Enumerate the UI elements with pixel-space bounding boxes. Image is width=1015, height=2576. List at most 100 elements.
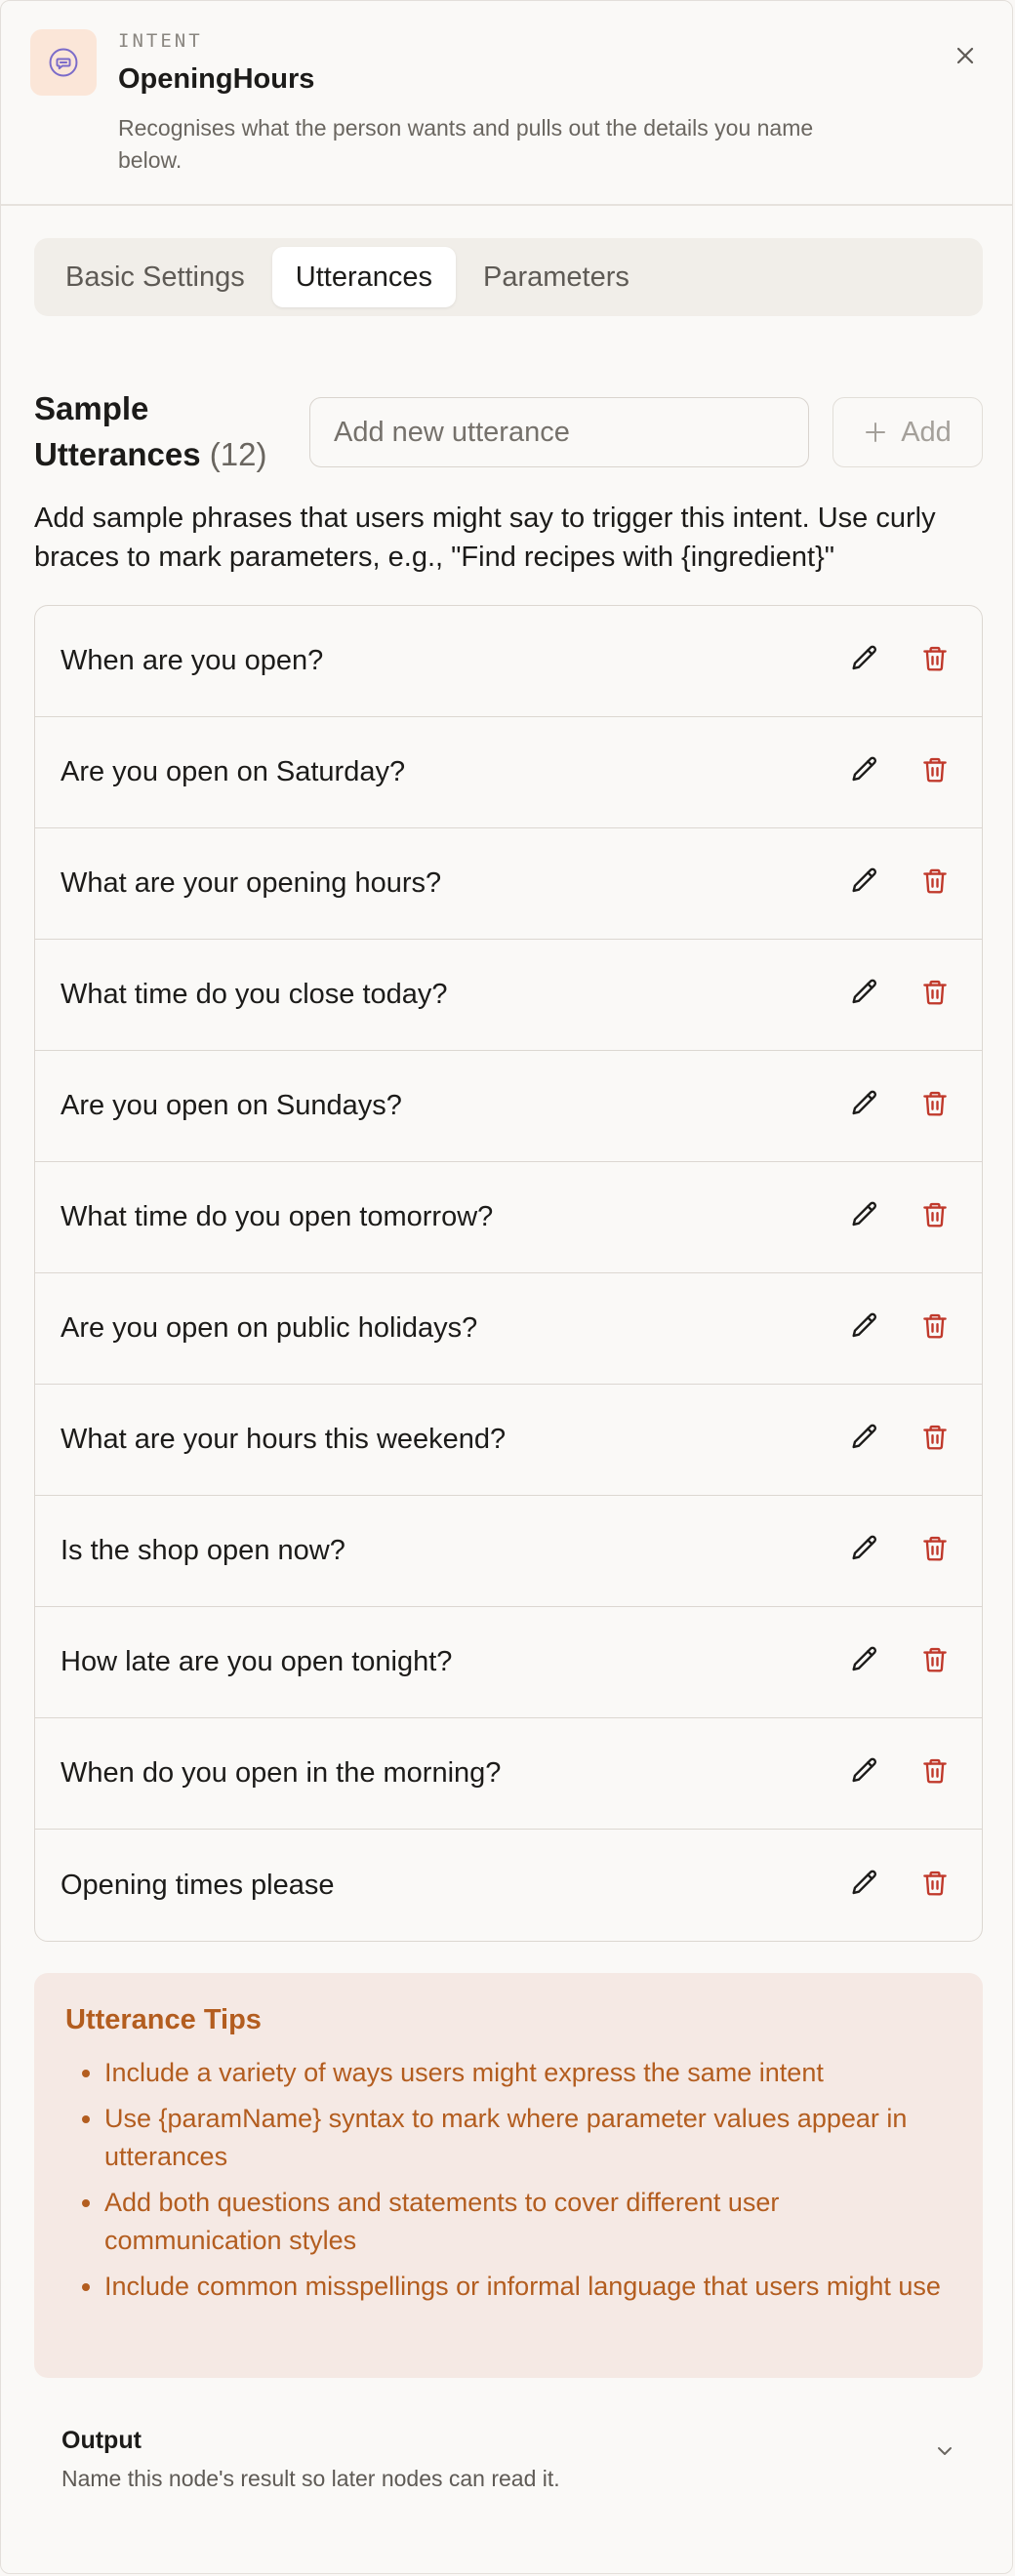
utterance-row: Are you open on public holidays? xyxy=(35,1273,982,1385)
output-section[interactable]: Output Name this node's result so later … xyxy=(1,2411,1012,2518)
utterance-count: (12) xyxy=(209,436,267,472)
trash-icon xyxy=(920,1199,950,1235)
edit-utterance-button[interactable] xyxy=(841,1083,888,1130)
pencil-icon xyxy=(849,754,880,790)
utterance-row: What time do you open tomorrow? xyxy=(35,1162,982,1273)
section-title-line1: Sample xyxy=(34,390,149,426)
utterance-text: When do you open in the morning? xyxy=(61,1757,502,1789)
utterance-row: Are you open on Sundays? xyxy=(35,1051,982,1162)
tips-list: Include a variety of ways users might ex… xyxy=(65,2054,952,2306)
trash-icon xyxy=(920,977,950,1013)
panel-header: INTENT OpeningHours Recognises what the … xyxy=(1,1,1012,206)
utterance-text: Are you open on public holidays? xyxy=(61,1312,478,1344)
output-description: Name this node's result so later nodes c… xyxy=(61,2466,560,2491)
utterance-text: When are you open? xyxy=(61,645,324,676)
trash-icon xyxy=(920,1644,950,1680)
utterance-tips: Utterance Tips Include a variety of ways… xyxy=(34,1973,983,2378)
add-utterance-button[interactable]: Add xyxy=(832,397,983,467)
utterance-row: When are you open? xyxy=(35,606,982,717)
utterance-row: Opening times please xyxy=(35,1830,982,1941)
close-button[interactable] xyxy=(946,36,985,75)
tip-item: Use {paramName} syntax to mark where par… xyxy=(104,2100,952,2176)
close-icon xyxy=(956,47,974,64)
edit-utterance-button[interactable] xyxy=(841,749,888,796)
utterance-text: How late are you open tonight? xyxy=(61,1646,453,1677)
tab-parameters[interactable]: Parameters xyxy=(460,247,653,307)
tip-item: Include common misspellings or informal … xyxy=(104,2268,952,2306)
pencil-icon xyxy=(849,865,880,902)
plus-icon xyxy=(866,423,886,442)
edit-utterance-button[interactable] xyxy=(841,1306,888,1352)
delete-utterance-button[interactable] xyxy=(912,972,958,1019)
pencil-icon xyxy=(849,1199,880,1235)
utterance-row: What are your hours this weekend? xyxy=(35,1385,982,1496)
delete-utterance-button[interactable] xyxy=(912,1083,958,1130)
pencil-icon xyxy=(849,1533,880,1569)
trash-icon xyxy=(920,643,950,679)
section-title: Sample Utterances (12) xyxy=(34,385,266,477)
delete-utterance-button[interactable] xyxy=(912,749,958,796)
utterance-list: When are you open? Are you open on Saturd… xyxy=(34,605,983,1942)
tips-title: Utterance Tips xyxy=(65,2004,262,2035)
tip-item: Include a variety of ways users might ex… xyxy=(104,2054,952,2092)
delete-utterance-button[interactable] xyxy=(912,1194,958,1241)
delete-utterance-button[interactable] xyxy=(912,861,958,907)
edit-utterance-button[interactable] xyxy=(841,638,888,685)
pencil-icon xyxy=(849,1422,880,1458)
node-type-label: INTENT xyxy=(118,30,203,52)
utterance-text: What time do you close today? xyxy=(61,979,448,1010)
trash-icon xyxy=(920,1533,950,1569)
delete-utterance-button[interactable] xyxy=(912,1528,958,1575)
utterances-help-text: Add sample phrases that users might say … xyxy=(34,503,936,573)
pencil-icon xyxy=(849,977,880,1013)
utterance-row: What time do you close today? xyxy=(35,940,982,1051)
trash-icon xyxy=(920,865,950,902)
trash-icon xyxy=(920,1088,950,1124)
pencil-icon xyxy=(849,1644,880,1680)
edit-utterance-button[interactable] xyxy=(841,1194,888,1241)
pencil-icon xyxy=(849,1088,880,1124)
trash-icon xyxy=(920,1310,950,1347)
utterance-text: What are your opening hours? xyxy=(61,867,442,899)
tip-item: Add both questions and statements to cov… xyxy=(104,2184,952,2260)
tab-basic-settings[interactable]: Basic Settings xyxy=(42,247,268,307)
trash-icon xyxy=(920,754,950,790)
edit-utterance-button[interactable] xyxy=(841,1639,888,1686)
pencil-icon xyxy=(849,1310,880,1347)
utterance-row: What are your opening hours? xyxy=(35,828,982,940)
edit-utterance-button[interactable] xyxy=(841,1751,888,1797)
intent-panel: INTENT OpeningHours Recognises what the … xyxy=(0,0,1013,2574)
output-title: Output xyxy=(61,2427,142,2454)
delete-utterance-button[interactable] xyxy=(912,1751,958,1797)
delete-utterance-button[interactable] xyxy=(912,1862,958,1909)
add-button-label: Add xyxy=(901,416,952,448)
delete-utterance-button[interactable] xyxy=(912,1639,958,1686)
trash-icon xyxy=(920,1422,950,1458)
edit-utterance-button[interactable] xyxy=(841,861,888,907)
pencil-icon xyxy=(849,1868,880,1904)
pencil-icon xyxy=(849,1755,880,1791)
pencil-icon xyxy=(849,643,880,679)
utterance-text: What are your hours this weekend? xyxy=(61,1424,507,1455)
node-title: OpeningHours xyxy=(118,63,315,95)
delete-utterance-button[interactable] xyxy=(912,1417,958,1464)
trash-icon xyxy=(920,1755,950,1791)
chevron-down-icon xyxy=(938,2447,952,2455)
edit-utterance-button[interactable] xyxy=(841,1417,888,1464)
new-utterance-input[interactable] xyxy=(309,397,809,467)
trash-icon xyxy=(920,1868,950,1904)
delete-utterance-button[interactable] xyxy=(912,1306,958,1352)
utterance-text: Are you open on Saturday? xyxy=(61,756,406,787)
utterance-row: When do you open in the morning? xyxy=(35,1718,982,1830)
utterance-row: Are you open on Saturday? xyxy=(35,717,982,828)
utterance-text: Is the shop open now? xyxy=(61,1535,345,1566)
section-title-line2: Utterances xyxy=(34,436,201,472)
edit-utterance-button[interactable] xyxy=(841,972,888,1019)
delete-utterance-button[interactable] xyxy=(912,638,958,685)
utterance-row: Is the shop open now? xyxy=(35,1496,982,1607)
edit-utterance-button[interactable] xyxy=(841,1862,888,1909)
tab-bar: Basic Settings Utterances Parameters xyxy=(34,238,983,316)
tab-utterances[interactable]: Utterances xyxy=(271,247,456,307)
node-description: Recognises what the person wants and pul… xyxy=(118,115,814,173)
edit-utterance-button[interactable] xyxy=(841,1528,888,1575)
